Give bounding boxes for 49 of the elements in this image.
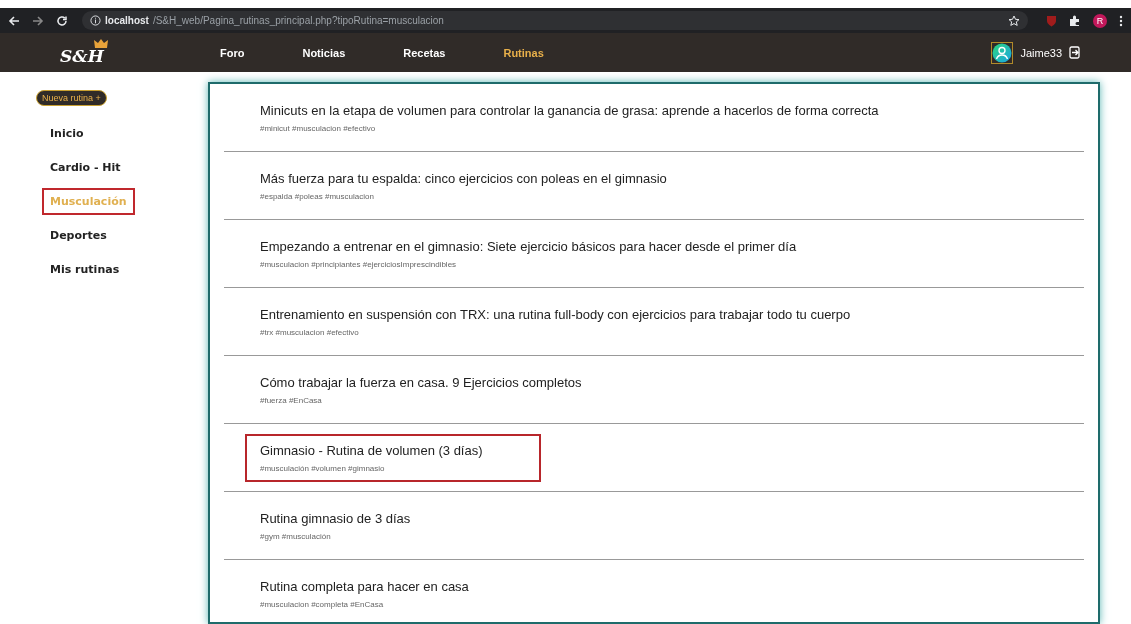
routine-title[interactable]: Rutina gimnasio de 3 días [260, 510, 411, 526]
profile-avatar[interactable]: R [1093, 13, 1107, 28]
forward-arrow-icon[interactable] [32, 14, 44, 27]
routine-tags: #fuerza #EnCasa [260, 395, 582, 405]
puzzle-icon[interactable] [1069, 14, 1081, 27]
routine-tags: #musculación #volumen #gimnasio [260, 463, 483, 473]
routine-title[interactable]: Cómo trabajar la fuerza en casa. 9 Ejercicios completos [260, 374, 582, 390]
sidebar-link[interactable]: Deportes [42, 222, 115, 249]
routine-entry[interactable]: Minicuts en la etapa de volumen para controlar la ganancia de grasa: aprende a hacerlos de forma correcta #minicut #musculacion #efectivo [245, 93, 894, 142]
sidebar-link[interactable]: Mis rutinas [42, 256, 128, 283]
routine-entry[interactable]: Empezando a entrenar en el gimnasio: Siete ejercicio básicos para hacer desde el primer día #musculacion #principiantes #ejerciciosImprescindibles [245, 229, 812, 278]
url-host: localhost [105, 15, 149, 26]
more-icon[interactable] [1119, 14, 1123, 27]
address-bar[interactable]: localhost /S&H_web/Pagina_rutinas_principal.php?tipoRutina=musculacion [82, 11, 1028, 30]
routine-title[interactable]: Entrenamiento en suspensión con TRX: una rutina full-body con ejercicios para trabajar todo tu cuerpo [260, 306, 851, 322]
routine-tags: #gym #musculación [260, 531, 411, 541]
sidebar-link[interactable]: Inicio [42, 120, 92, 147]
logout-icon[interactable] [1069, 46, 1081, 59]
routine-title[interactable]: Gimnasio - Rutina de volumen (3 días) [260, 442, 483, 458]
reload-icon[interactable] [56, 14, 68, 27]
routine-tags: #espalda #poleas #musculacion [260, 191, 667, 201]
highlighted-routine[interactable]: Gimnasio - Rutina de volumen (3 días) #musculación #volumen #gimnasio [245, 433, 541, 482]
routine-title[interactable]: Minicuts en la etapa de volumen para controlar la ganancia de grasa: aprende a hacerlos de forma correcta [260, 102, 879, 118]
routine-entry[interactable]: Entrenamiento en suspensión con TRX: una rutina full-body con ejercicios para trabajar todo tu cuerpo #trx #musculacion #efectivo [245, 297, 866, 346]
routine-entry[interactable]: Más fuerza para tu espalda: cinco ejercicios con poleas en el gimnasio #espalda #poleas #musculacion [245, 161, 682, 210]
url-path: /S&H_web/Pagina_rutinas_principal.php?tipoRutina=musculacion [152, 15, 444, 26]
new-routine-button[interactable]: Nueva rutina + [36, 90, 107, 106]
routine-title[interactable]: Más fuerza para tu espalda: cinco ejercicios con poleas en el gimnasio [260, 170, 667, 186]
routine-entry[interactable]: Cómo trabajar la fuerza en casa. 9 Ejercicios completos #fuerza #EnCasa [245, 365, 597, 414]
star-icon[interactable] [1008, 14, 1020, 27]
routine-entry[interactable]: Rutina completa para hacer en casa #musculacion #completa #EnCasa [245, 569, 484, 618]
crown-icon [94, 39, 108, 49]
info-icon [90, 15, 101, 26]
routine-tags: #musculacion #completa #EnCasa [260, 599, 469, 609]
user-avatar-icon[interactable] [991, 41, 1014, 64]
nav-link[interactable]: Foro [220, 46, 245, 59]
routine-entry[interactable]: Rutina gimnasio de 3 días #gym #musculación [245, 501, 426, 550]
routine-tags: #trx #musculacion #efectivo [260, 327, 851, 337]
routine-title[interactable]: Rutina completa para hacer en casa [260, 578, 469, 594]
routine-tags: #musculacion #principiantes #ejerciciosImprescindibles [260, 259, 797, 269]
nav-link[interactable]: Recetas [403, 46, 446, 59]
back-arrow-icon[interactable] [8, 14, 20, 27]
routine-title[interactable]: Empezando a entrenar en el gimnasio: Siete ejercicio básicos para hacer desde el primer día [260, 238, 797, 254]
nav-link[interactable]: Noticias [302, 46, 346, 59]
sidebar-link[interactable]: Cardio - Hit [42, 154, 129, 181]
site-logo[interactable]: S&H [60, 45, 104, 66]
username[interactable]: Jaime33 [1020, 46, 1062, 59]
routine-tags: #minicut #musculacion #efectivo [260, 123, 879, 133]
nav-link[interactable]: Rutinas [503, 46, 544, 59]
